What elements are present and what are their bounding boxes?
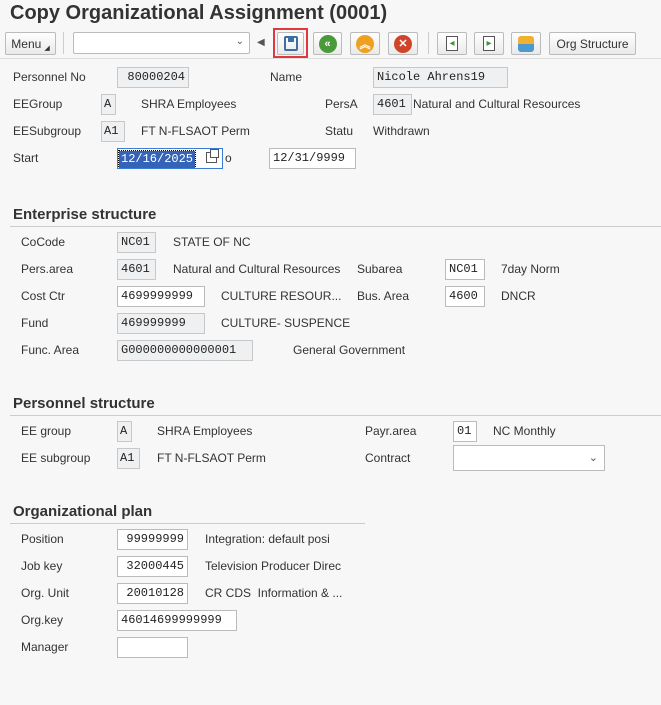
org-structure-button[interactable]: Org Structure [549, 32, 636, 55]
save-icon [283, 36, 298, 51]
page-title: Copy Organizational Assignment (0001) [10, 2, 388, 24]
jobkey-field[interactable]: 32000445 [117, 556, 188, 577]
command-field[interactable]: ⌄ [73, 32, 250, 54]
costctr-label: Cost Ctr [21, 289, 66, 303]
eegroup-field: A [101, 94, 116, 115]
ee-subgroup-label: EE subgroup [21, 451, 91, 465]
exit-button[interactable]: ︽ [350, 32, 380, 55]
overview-button[interactable] [511, 32, 541, 55]
status-label: Statu [325, 124, 354, 138]
divider [10, 226, 661, 227]
payrarea-label: Payr.area [365, 424, 417, 438]
jobkey-label: Job key [21, 559, 63, 573]
toolbar-divider [0, 58, 661, 59]
cocode-label: CoCode [21, 235, 66, 249]
start-label: Start [13, 151, 39, 165]
overview-icon [518, 35, 534, 52]
orgkey-field[interactable]: 46014699999999 [117, 610, 237, 631]
persa-text: Natural and Cultural Resources [413, 97, 581, 111]
chevron-down-icon: ⌄ [235, 36, 244, 47]
persarea-text: Natural and Cultural Resources [173, 262, 341, 276]
persarea-label: Pers.area [21, 262, 74, 276]
eesubgroup-label: EESubgroup [13, 124, 82, 138]
busarea-label: Bus. Area [357, 289, 410, 303]
previous-record-button[interactable]: ◂ [437, 32, 467, 55]
name-label: Name [270, 70, 303, 84]
funcarea-text: General Government [293, 343, 406, 357]
ee-group-label: EE group [21, 424, 72, 438]
divider [10, 523, 365, 524]
persarea-field: 4601 [117, 259, 156, 280]
eegroup-text: SHRA Employees [141, 97, 237, 111]
subarea-text: 7day Norm [501, 262, 560, 276]
previous-record-icon: ◂ [446, 36, 458, 51]
fund-text: CULTURE- SUSPENCE [221, 316, 351, 330]
orgunit-text: CR CDS Information & ... [205, 586, 343, 600]
persa-label: PersA [325, 97, 358, 111]
orgplan-heading: Organizational plan [13, 503, 153, 520]
subarea-label: Subarea [357, 262, 403, 276]
position-field[interactable]: 99999999 [117, 529, 188, 550]
back-icon: « [318, 34, 337, 53]
ee-subgroup-field: A1 [117, 448, 140, 469]
cancel-icon: ✕ [394, 34, 412, 53]
exit-icon: ︽ [356, 34, 374, 53]
name-field: Nicole Ahrens19 [373, 67, 508, 88]
manager-field[interactable] [117, 637, 188, 658]
menu-label: Menu [11, 36, 42, 51]
toolbar-separator [428, 32, 429, 54]
ee-group-text: SHRA Employees [157, 424, 253, 438]
collapse-arrow-icon[interactable]: ◀ [257, 37, 265, 48]
cocode-text: STATE OF NC [173, 235, 251, 249]
back-button[interactable]: « [313, 32, 342, 55]
jobkey-text: Television Producer Direc [205, 559, 342, 573]
personnel-heading: Personnel structure [13, 395, 155, 412]
costctr-field[interactable]: 4699999999 [117, 286, 205, 307]
menu-button[interactable]: Menu ◢ [5, 32, 56, 55]
payrarea-field[interactable]: 01 [453, 421, 477, 442]
calendar-icon[interactable] [206, 149, 219, 163]
eesubgroup-field: A1 [101, 121, 125, 142]
next-record-button[interactable]: ▸ [474, 32, 504, 55]
ee-group-field: A [117, 421, 132, 442]
payrarea-text: NC Monthly [493, 424, 556, 438]
fund-field: 469999999 [117, 313, 205, 334]
next-record-icon: ▸ [483, 36, 495, 51]
orgkey-label: Org.key [21, 613, 64, 627]
ee-subgroup-text: FT N-FLSAOT Perm [157, 451, 266, 465]
manager-label: Manager [21, 640, 69, 654]
position-label: Position [21, 532, 64, 546]
funcarea-field: G000000000000001 [117, 340, 253, 361]
orgunit-label: Org. Unit [21, 586, 70, 600]
start-date-value: 12/16/2025 [118, 150, 197, 168]
eegroup-label: EEGroup [13, 97, 63, 111]
cocode-field: NC01 [117, 232, 156, 253]
personnel-no-label: Personnel No [13, 70, 86, 84]
enterprise-heading: Enterprise structure [13, 206, 157, 223]
divider [10, 415, 661, 416]
orgunit-field[interactable]: 20010128 [117, 583, 188, 604]
contract-label: Contract [365, 451, 411, 465]
personnel-no-field: 80000204 [117, 67, 189, 88]
busarea-field[interactable]: 4600 [445, 286, 485, 307]
menu-corner-icon: ◢ [44, 44, 50, 52]
chevron-down-icon: ⌄ [588, 452, 598, 464]
contract-dropdown[interactable]: ⌄ [453, 445, 605, 471]
persa-field: 4601 [373, 94, 412, 115]
funcarea-label: Func. Area [21, 343, 80, 357]
status-text: Withdrawn [373, 124, 430, 138]
eesubgroup-text: FT N-FLSAOT Perm [141, 124, 250, 138]
toolbar-separator [63, 32, 64, 54]
costctr-text: CULTURE RESOUR... [221, 289, 342, 303]
end-date-field[interactable]: 12/31/9999 [269, 148, 356, 169]
to-label: o [225, 151, 232, 165]
position-text: Integration: default posi [205, 532, 330, 546]
subarea-field[interactable]: NC01 [445, 259, 485, 280]
save-button[interactable] [277, 32, 304, 55]
busarea-text: DNCR [501, 289, 536, 303]
fund-label: Fund [21, 316, 49, 330]
cancel-button[interactable]: ✕ [388, 32, 418, 55]
